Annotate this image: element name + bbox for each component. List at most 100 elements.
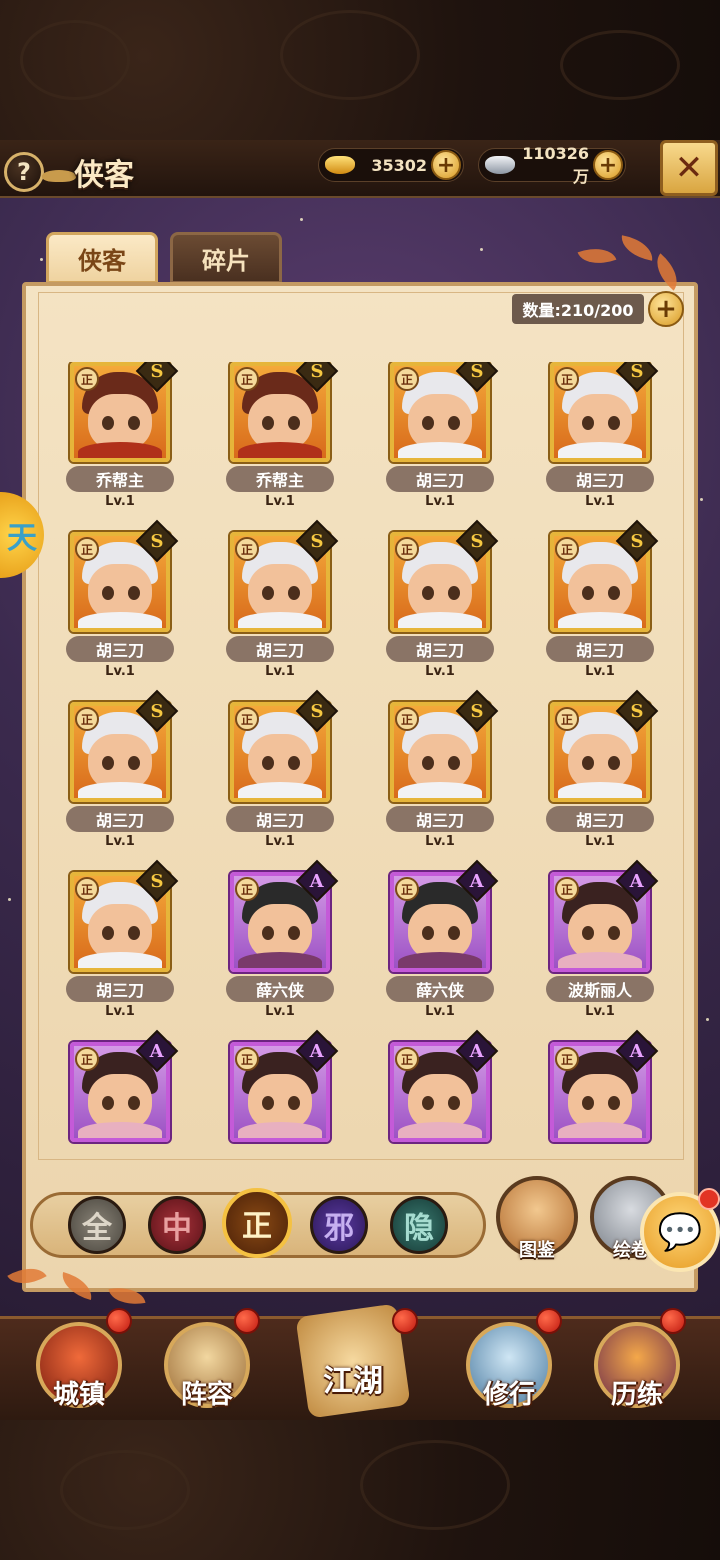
nav-cultivate[interactable]: 修行: [462, 1308, 562, 1416]
rank-letter: A: [470, 1040, 484, 1062]
hero-level: Lv.1: [425, 834, 455, 849]
close-button[interactable]: ✕: [660, 140, 718, 196]
rank-letter: S: [310, 530, 324, 552]
hero-card[interactable]: 正A: [38, 1029, 179, 1162]
filter-hidden-button[interactable]: 隐: [390, 1196, 448, 1254]
add-gold-button[interactable]: +: [431, 150, 461, 180]
rank-letter: A: [630, 1040, 644, 1062]
nav-jianghu[interactable]: 江湖: [295, 1303, 418, 1419]
notification-dot: [660, 1308, 686, 1334]
hero-name: 胡三刀: [66, 976, 174, 1002]
hero-card[interactable]: 正 S 胡三刀 Lv.1: [358, 519, 499, 692]
hero-card[interactable]: 正 S 胡三刀 Lv.1: [358, 689, 499, 862]
hero-eye: [608, 926, 620, 940]
hero-level: Lv.1: [585, 834, 615, 849]
filter-all-button[interactable]: 全: [68, 1196, 126, 1254]
hero-card[interactable]: 正A: [198, 1029, 339, 1162]
hero-eye: [582, 756, 594, 770]
hero-level: Lv.1: [265, 494, 295, 509]
rank-letter: S: [310, 700, 324, 722]
faction-badge: 正: [555, 707, 579, 731]
hero-level: Lv.1: [425, 1004, 455, 1019]
hero-card[interactable]: 正 S 胡三刀 Lv.1: [518, 362, 659, 522]
tab-heroes[interactable]: 侠客: [46, 232, 158, 284]
hero-eye: [102, 1096, 114, 1110]
notification-dot: [106, 1308, 132, 1334]
hero-collar: [558, 782, 642, 798]
hero-level: Lv.1: [105, 834, 135, 849]
faction-badge: 正: [555, 1047, 579, 1071]
chat-bubble-icon: 💬: [657, 1212, 703, 1253]
faction-badge: 正: [395, 367, 419, 391]
hero-eye: [582, 1096, 594, 1110]
hero-level: Lv.1: [265, 664, 295, 679]
hero-collar: [558, 612, 642, 628]
rank-letter: S: [470, 362, 484, 382]
notification-dot: [234, 1308, 260, 1334]
hero-name: 胡三刀: [226, 636, 334, 662]
hero-name: 胡三刀: [546, 466, 654, 492]
expand-capacity-button[interactable]: +: [648, 291, 684, 327]
faction-badge: 正: [75, 1047, 99, 1071]
hero-card[interactable]: 正 S 乔帮主 Lv.1: [198, 362, 339, 522]
hero-card[interactable]: 正 S 胡三刀 Lv.1: [518, 519, 659, 692]
filter-neutral-button[interactable]: 中: [148, 1196, 206, 1254]
rank-letter: S: [470, 700, 484, 722]
hero-collar: [238, 952, 322, 968]
hero-card[interactable]: 正 S 乔帮主 Lv.1: [38, 362, 179, 522]
hero-collar: [238, 1122, 322, 1138]
hero-name: 胡三刀: [66, 636, 174, 662]
hero-card[interactable]: 正 A 波斯丽人 Lv.1: [518, 859, 659, 1032]
hero-card[interactable]: 正 S 胡三刀 Lv.1: [198, 689, 339, 862]
hero-eye: [128, 586, 140, 600]
hero-name: 胡三刀: [386, 806, 494, 832]
rank-letter: S: [630, 700, 644, 722]
rank-letter: S: [630, 362, 644, 382]
faction-badge: 正: [235, 877, 259, 901]
hero-card[interactable]: 正A: [518, 1029, 659, 1162]
hero-collar: [238, 442, 322, 458]
nav-lineup[interactable]: 阵容: [160, 1308, 260, 1416]
rank-letter: A: [630, 870, 644, 892]
hero-card[interactable]: 正A: [358, 1029, 499, 1162]
top-backdrop: [0, 0, 720, 140]
hero-eye: [608, 1096, 620, 1110]
gold-counter: 35302 +: [318, 148, 464, 182]
faction-badge: 正: [395, 537, 419, 561]
rank-letter: S: [310, 362, 324, 382]
hero-level: Lv.1: [585, 664, 615, 679]
hero-card[interactable]: 正 S 胡三刀 Lv.1: [358, 362, 499, 522]
hero-name: 薛六侠: [226, 976, 334, 1002]
nav-trial[interactable]: 历练: [590, 1308, 686, 1416]
hero-eye: [422, 926, 434, 940]
chat-notification-dot: [698, 1188, 720, 1210]
page-title: 侠客: [74, 158, 134, 193]
hero-name: 胡三刀: [546, 636, 654, 662]
rank-letter: S: [630, 530, 644, 552]
filter-evil-button[interactable]: 邪: [310, 1196, 368, 1254]
silver-counter: 110326万 +: [478, 144, 626, 186]
filter-righteous-button[interactable]: 正: [222, 1188, 292, 1258]
hero-name: 胡三刀: [546, 806, 654, 832]
nav-cultivate-label: 修行: [482, 1380, 535, 1410]
hero-card[interactable]: 正 A 薛六侠 Lv.1: [198, 859, 339, 1032]
hero-collar: [78, 1122, 162, 1138]
faction-badge: 正: [395, 877, 419, 901]
hero-eye: [448, 416, 460, 430]
hero-card[interactable]: 正 S 胡三刀 Lv.1: [38, 519, 179, 692]
add-silver-button[interactable]: +: [593, 150, 623, 180]
nav-town[interactable]: 城镇: [32, 1308, 132, 1416]
hero-card[interactable]: 正 S 胡三刀 Lv.1: [38, 689, 179, 862]
hero-card[interactable]: 正 S 胡三刀 Lv.1: [198, 519, 339, 692]
hero-card[interactable]: 正 S 胡三刀 Lv.1: [38, 859, 179, 1032]
hero-card[interactable]: 正 S 胡三刀 Lv.1: [518, 689, 659, 862]
notification-dot: [392, 1308, 418, 1334]
help-button[interactable]: ?: [4, 152, 44, 192]
tab-fragments[interactable]: 碎片: [170, 232, 282, 284]
hero-level: Lv.1: [105, 494, 135, 509]
hero-collar: [78, 442, 162, 458]
hero-card[interactable]: 正 A 薛六侠 Lv.1: [358, 859, 499, 1032]
hero-eye: [582, 416, 594, 430]
decor-swirl: [60, 1450, 190, 1530]
faction-badge: 正: [75, 877, 99, 901]
